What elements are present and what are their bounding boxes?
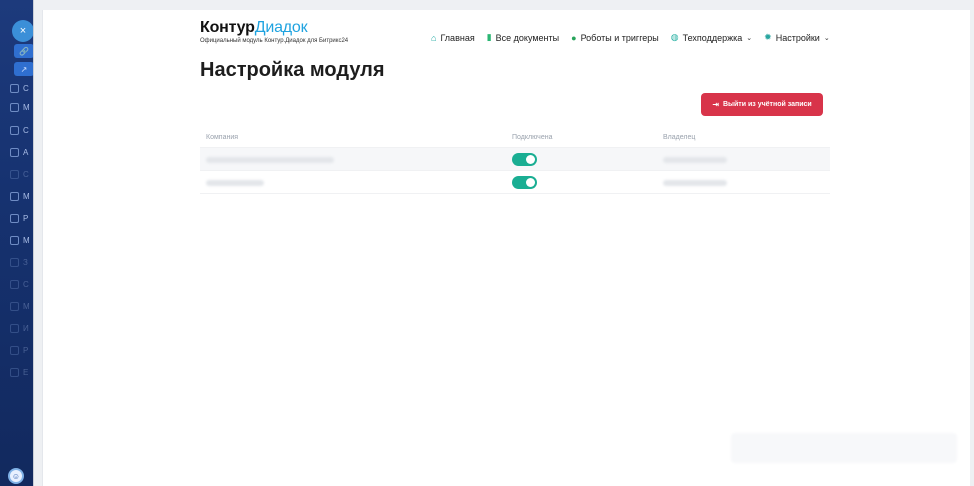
user-avatar-icon: ☺ (11, 471, 21, 481)
chat-icon (10, 147, 19, 157)
gear-icon: ✹ (764, 32, 772, 42)
nav-item-robots[interactable]: ● Роботы и триггеры (571, 33, 659, 43)
page-title: Настройка модуля (200, 59, 385, 81)
company-cell-redacted (200, 150, 512, 168)
logout-label: Выйти из учётной записи (722, 101, 812, 108)
chevron-down-icon: ⌄ (823, 34, 830, 42)
folder-icon (10, 345, 19, 355)
close-icon: × (19, 25, 27, 37)
app-logo[interactable]: КонтурДиадок Официальный модуль Контур.Д… (200, 19, 348, 44)
sidebar-item-1[interactable]: C (10, 82, 29, 94)
sidebar-item-10[interactable]: C (10, 278, 29, 290)
open-new-window-button[interactable]: ↗ (14, 62, 34, 76)
toggle-knob (526, 177, 535, 187)
owner-cell-redacted (657, 150, 830, 168)
nav-label-robots: Роботы и триггеры (580, 32, 659, 43)
link-icon: 🔗 (19, 46, 29, 56)
grid-icon (10, 102, 19, 112)
bitrix-left-panel: × 🔗 ↗ C M C A C M P M З C M И Р Е ☺ (0, 0, 34, 486)
nav-item-documents[interactable]: ▮ Все документы (487, 32, 559, 43)
user-icon (10, 279, 19, 289)
companies-table: Компания Подключена Владелец (200, 128, 830, 194)
nav-item-support[interactable]: ◍ Техподдержка ⌄ (671, 32, 752, 43)
list-icon (10, 257, 19, 267)
table-icon (10, 235, 19, 245)
connected-cell (512, 152, 657, 166)
module-window: КонтурДиадок Официальный модуль Контур.Д… (42, 10, 970, 486)
sidebar-item-4[interactable]: A (10, 146, 28, 158)
app-header: КонтурДиадок Официальный модуль Контур.Д… (43, 10, 971, 58)
sidebar-item-6[interactable]: M (10, 190, 30, 202)
connected-toggle[interactable] (512, 152, 537, 166)
owner-cell-redacted (657, 173, 830, 191)
sidebar-item-14[interactable]: Е (10, 366, 28, 378)
nav-label-support: Техподдержка (682, 32, 743, 43)
company-cell-redacted (200, 173, 512, 191)
logo-brand: Контур (200, 19, 255, 36)
connected-cell (512, 175, 657, 189)
chevron-down-icon: ⌄ (746, 34, 753, 42)
main-nav: ⌂ Главная ▮ Все документы ● Роботы и три… (431, 32, 830, 43)
chart-icon (10, 301, 19, 311)
logout-button[interactable]: ⇥ Выйти из учётной записи (701, 93, 823, 116)
clock-icon (10, 169, 19, 179)
home-icon: ⌂ (431, 32, 437, 43)
sidebar-item-13[interactable]: Р (10, 344, 28, 356)
more-icon (10, 367, 19, 377)
toggle-knob (526, 154, 535, 164)
notification-placeholder (731, 433, 957, 463)
support-icon: ◍ (670, 32, 679, 42)
sidebar-item-12[interactable]: И (10, 322, 29, 334)
sidebar-item-2[interactable]: M (10, 101, 30, 113)
connected-toggle[interactable] (512, 175, 537, 189)
code-icon (10, 213, 19, 223)
calendar-icon (10, 191, 19, 201)
logo-subtitle: Официальный модуль Контур.Диадок для Бит… (200, 38, 349, 44)
link-button[interactable]: 🔗 (14, 44, 34, 58)
close-slider-button[interactable]: × (12, 20, 34, 42)
bitrix-icon (10, 83, 19, 93)
logo-product: Диадок (254, 19, 308, 36)
external-window-icon: ↗ (20, 64, 28, 74)
panel-divider (33, 0, 34, 486)
sidebar-item-7[interactable]: P (10, 212, 28, 224)
sidebar-item-5[interactable]: C (10, 168, 29, 180)
table-row (200, 171, 830, 194)
nav-label-documents: Все документы (495, 32, 560, 43)
nav-item-settings[interactable]: ✹ Настройки ⌄ (764, 32, 830, 43)
column-header-connected: Подключена (512, 134, 553, 141)
column-header-owner: Владелец (663, 134, 696, 141)
nav-label-home: Главная (440, 32, 475, 43)
document-icon: ▮ (486, 32, 492, 42)
doc-icon (10, 125, 19, 135)
table-header: Компания Подключена Владелец (200, 128, 830, 148)
logout-icon: ⇥ (712, 100, 719, 109)
sidebar-item-3[interactable]: C (10, 124, 29, 136)
sidebar-item-11[interactable]: M (10, 300, 30, 312)
avatar[interactable]: ☺ (8, 468, 24, 484)
robot-icon: ● (571, 32, 577, 43)
settings-icon (10, 323, 19, 333)
nav-label-settings: Настройки (775, 32, 820, 43)
nav-item-home[interactable]: ⌂ Главная (431, 33, 475, 43)
sidebar-item-9[interactable]: З (10, 256, 28, 268)
column-header-company: Компания (206, 134, 239, 141)
table-row (200, 148, 830, 171)
sidebar-item-8[interactable]: M (10, 234, 30, 246)
